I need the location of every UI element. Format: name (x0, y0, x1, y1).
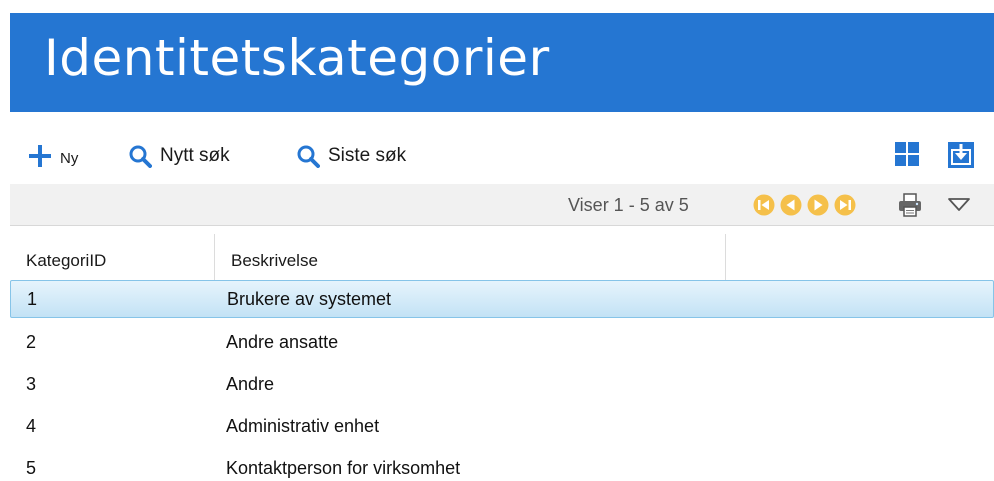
printer-icon[interactable] (897, 192, 923, 218)
cell-kategoriid: 4 (26, 416, 37, 436)
cell-beskrivelse: Andre (226, 374, 275, 394)
last-search-button[interactable]: Siste søk (296, 138, 406, 174)
cell-beskrivelse: Kontaktperson for virksomhet (226, 458, 461, 478)
search-icon (128, 144, 152, 168)
first-page-icon[interactable] (753, 194, 775, 216)
search-icon (296, 144, 320, 168)
previous-page-icon[interactable] (780, 194, 802, 216)
new-button-label: Ny (60, 149, 79, 167)
table-row[interactable]: 4 Administrativ enhet (10, 406, 994, 448)
page-header: Identitetskategorier (10, 13, 994, 112)
table-row[interactable]: 1 Brukere av systemet (10, 280, 994, 318)
cell-beskrivelse: Brukere av systemet (227, 289, 392, 309)
grid-header: KategoriID Beskrivelse (10, 234, 994, 280)
last-search-label: Siste søk (328, 145, 407, 166)
cell-kategoriid: 5 (26, 458, 37, 478)
new-button[interactable]: Ny (28, 138, 78, 174)
grid-rows: 1 Brukere av systemet 2 Andre ansatte 3 … (10, 280, 994, 481)
table-row[interactable]: 5 Kontaktperson for virksomhet (10, 448, 994, 481)
pager-bar: Viser 1 - 5 av 5 (10, 184, 994, 226)
cell-beskrivelse: Andre ansatte (226, 332, 339, 352)
cell-beskrivelse: Administrativ enhet (226, 416, 380, 436)
column-header-beskrivelse[interactable]: Beskrivelse (215, 234, 726, 280)
page-title: Identitetskategorier (44, 29, 550, 87)
cell-kategoriid: 1 (27, 289, 38, 309)
cell-kategoriid: 2 (26, 332, 37, 352)
new-search-button[interactable]: Nytt søk (128, 138, 230, 174)
chevron-down-icon[interactable] (947, 196, 971, 214)
table-row[interactable]: 2 Andre ansatte (10, 322, 994, 364)
pager-info: Viser 1 - 5 av 5 (568, 195, 689, 215)
table-row[interactable]: 3 Andre (10, 364, 994, 406)
column-header-kategoriid[interactable]: KategoriID (10, 234, 215, 280)
export-icon[interactable] (947, 141, 975, 169)
grid-view-icon[interactable] (895, 142, 919, 166)
last-page-icon[interactable] (834, 194, 856, 216)
next-page-icon[interactable] (807, 194, 829, 216)
new-search-label: Nytt søk (160, 145, 230, 166)
cell-kategoriid: 3 (26, 374, 37, 394)
data-grid: KategoriID Beskrivelse 1 Brukere av syst… (10, 234, 994, 481)
plus-icon (28, 144, 52, 168)
toolbar: Ny Nytt søk Siste søk (28, 138, 994, 174)
